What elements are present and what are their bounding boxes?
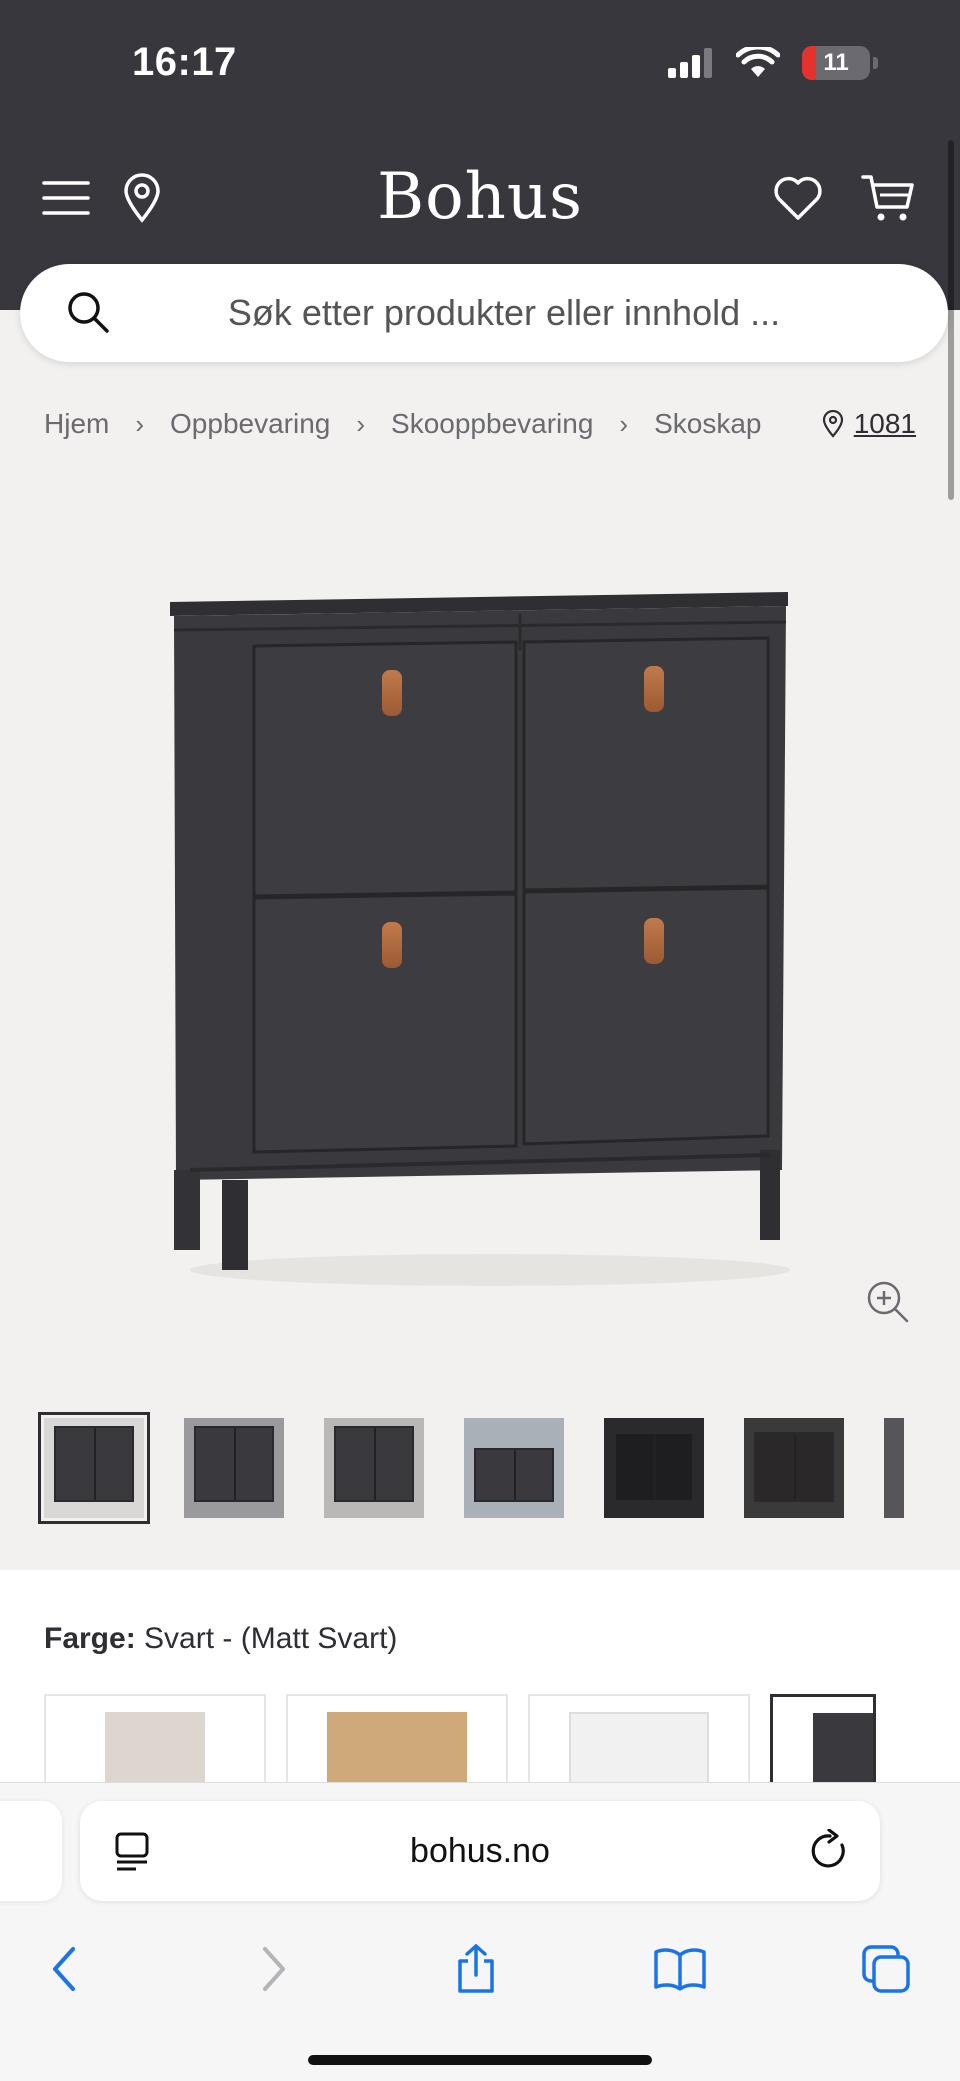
address-bar[interactable]: bohus.no: [80, 1801, 880, 1901]
signal-icon: [668, 48, 712, 78]
breadcrumb-item-oppbevaring[interactable]: Oppbevaring: [170, 408, 330, 440]
chevron-right-icon: ›: [356, 408, 366, 439]
url-text[interactable]: bohus.no: [410, 1832, 550, 1871]
breadcrumb-item-skoskap[interactable]: Skoskap: [654, 408, 761, 440]
search-icon: [68, 292, 109, 333]
thumbnail-4[interactable]: [464, 1418, 564, 1518]
browser-toolbar: bohus.no: [0, 1782, 960, 2081]
back-icon[interactable]: [28, 1933, 100, 2005]
wishlist-heart-icon[interactable]: [770, 170, 826, 226]
breadcrumb: Hjem › Oppbevaring › Skooppbevaring › Sk…: [44, 408, 761, 440]
chevron-right-icon: ›: [135, 408, 145, 439]
color-swatch-black[interactable]: [770, 1694, 876, 1794]
thumbnail-strip: [38, 1412, 904, 1524]
color-section: Farge: Svart - (Matt Svart): [0, 1570, 960, 1794]
share-icon[interactable]: [440, 1933, 512, 2005]
search-input[interactable]: Søk etter produkter eller innhold ...: [20, 292, 948, 334]
store-selector[interactable]: 1081: [822, 408, 916, 440]
product-image[interactable]: [160, 570, 800, 1290]
breadcrumb-item-hjem[interactable]: Hjem: [44, 408, 109, 440]
reader-icon[interactable]: [114, 1831, 150, 1871]
thumbnail-2[interactable]: [184, 1418, 284, 1518]
zoom-in-icon[interactable]: [866, 1280, 910, 1329]
color-swatches: [44, 1694, 876, 1794]
status-icons: 11: [668, 46, 878, 80]
wifi-icon: [736, 47, 780, 77]
color-swatch-beige[interactable]: [44, 1694, 266, 1794]
color-selection: Farge: Svart - (Matt Svart): [44, 1622, 397, 1656]
color-swatch-white[interactable]: [528, 1694, 750, 1794]
reload-icon[interactable]: [810, 1829, 850, 1871]
thumbnail-3[interactable]: [324, 1418, 424, 1518]
breadcrumb-item-skooppbevaring[interactable]: Skooppbevaring: [391, 408, 593, 440]
battery-icon: 11: [802, 46, 870, 80]
cart-icon[interactable]: [860, 170, 916, 226]
thumbnail-6[interactable]: [744, 1418, 844, 1518]
color-value: Svart - (Matt Svart): [144, 1622, 398, 1655]
forward-icon[interactable]: [238, 1933, 310, 2005]
battery-level: 11: [823, 49, 849, 76]
search-bar[interactable]: Søk etter produkter eller innhold ...: [20, 264, 948, 362]
store-code[interactable]: 1081: [854, 408, 916, 440]
home-indicator: [308, 2055, 652, 2065]
color-label: Farge:: [44, 1622, 136, 1655]
browser-nav-row: [0, 1933, 960, 2023]
previous-tab[interactable]: [0, 1801, 62, 1901]
chevron-right-icon: ›: [619, 408, 629, 439]
location-pin-icon: [822, 410, 843, 438]
status-time: 16:17: [132, 40, 237, 84]
color-swatch-oak[interactable]: [286, 1694, 508, 1794]
scroll-indicator: [948, 140, 954, 500]
thumbnail-5[interactable]: [604, 1418, 704, 1518]
thumbnail-1[interactable]: [38, 1412, 150, 1524]
bookmarks-icon[interactable]: [644, 1933, 716, 2005]
thumbnail-7[interactable]: [884, 1418, 904, 1518]
tabs-icon[interactable]: [850, 1933, 922, 2005]
